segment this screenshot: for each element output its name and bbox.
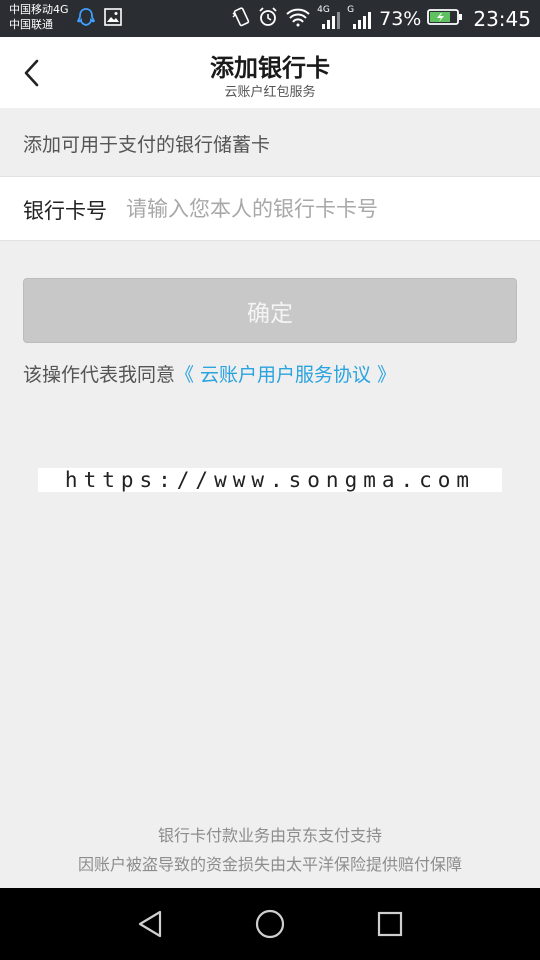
notification-icons (76, 7, 123, 33)
agreement-text: 该操作代表我同意《 云账户用户服务协议 》 (23, 360, 396, 387)
card-number-row: 银行卡号 (0, 176, 540, 241)
app-header: 添加银行卡 云账户红包服务 (0, 37, 540, 108)
carrier-2: 中国联通 (9, 18, 53, 31)
network-4g-label: 4G (317, 5, 330, 15)
nav-back-icon (138, 910, 162, 938)
page-subtitle: 云账户红包服务 (224, 85, 316, 100)
watermark: https://www.songma.com (38, 468, 502, 492)
confirm-button[interactable]: 确定 (23, 278, 517, 343)
qq-notification-icon (76, 7, 96, 33)
signal-g-icon: G (347, 5, 373, 31)
service-agreement-link[interactable]: 《 云账户用户服务协议 》 (175, 364, 396, 386)
footer-line-1: 银行卡付款业务由京东支付支持 (157, 826, 382, 845)
battery-percent: 73% (379, 8, 422, 30)
nav-home-button[interactable] (252, 906, 288, 942)
wifi-icon (285, 7, 311, 31)
navigation-bar (0, 888, 540, 960)
alarm-icon (257, 6, 279, 32)
battery-icon (427, 7, 463, 31)
nav-back-button[interactable] (132, 906, 168, 942)
page-title: 添加银行卡 (210, 54, 330, 82)
carrier-1: 中国移动4G (9, 3, 69, 16)
footer-line-2: 因账户被盗导致的资金损失由太平洋保险提供赔付保障 (77, 855, 462, 874)
clock: 23:45 (473, 7, 531, 31)
agreement-prefix: 该操作代表我同意 (23, 364, 176, 386)
carrier-info: 中国移动4G 中国联通 (9, 2, 69, 32)
nav-recent-icon (377, 911, 403, 937)
nav-home-icon (255, 909, 285, 939)
section-hint: 添加可用于支付的银行储蓄卡 (23, 134, 271, 156)
card-number-label: 银行卡号 (23, 199, 107, 223)
card-number-input[interactable] (126, 189, 516, 229)
vibrate-icon (231, 6, 251, 32)
status-right: 4G G 73% 23:45 (231, 5, 531, 32)
gallery-notification-icon (103, 7, 123, 33)
signal-4g-icon: 4G (317, 5, 341, 31)
status-bar: 中国移动4G 中国联通 4G G 73% 23:45 (0, 0, 540, 37)
nav-recent-button[interactable] (372, 906, 408, 942)
network-g-label: G (347, 5, 355, 15)
screen: 中国移动4G 中国联通 4G G 73% 23:45 添加银行卡 云账户红包服务… (0, 0, 540, 960)
